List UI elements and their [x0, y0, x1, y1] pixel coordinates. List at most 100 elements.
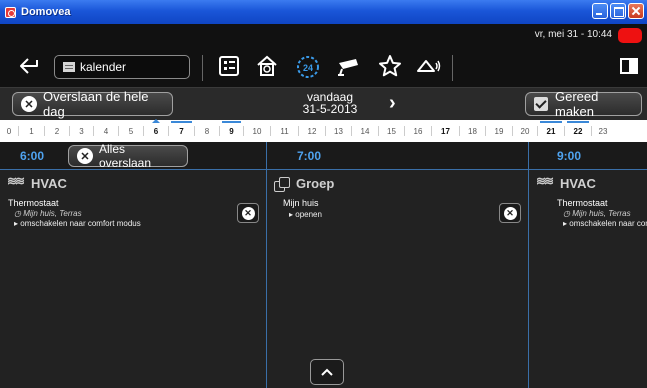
item-location: ◷ Mijn huis, Terras: [14, 209, 82, 218]
date-label: 31-5-2013: [302, 102, 358, 116]
day-strip: 0 1 2 3 4 5 6 7 8 9 10 11 12 13 14 15 16 17 18 19 20 21 22 23: [0, 118, 647, 142]
day-18[interactable]: 18: [460, 127, 485, 136]
category-label: Groep: [296, 176, 335, 191]
day-1[interactable]: 1: [19, 127, 44, 136]
next-day-chevron-icon[interactable]: ›: [389, 93, 396, 113]
done-label: Gereed maken: [555, 89, 599, 119]
skip-all-button[interactable]: ✕ Alles overslaan: [68, 142, 188, 170]
main-toolbar: kalender 24: [0, 47, 647, 87]
day-0[interactable]: 0: [0, 127, 18, 136]
svg-text:24: 24: [303, 63, 313, 73]
star-icon[interactable]: [378, 54, 402, 83]
day-5[interactable]: 5: [119, 127, 143, 136]
delete-event-button[interactable]: ✕: [499, 203, 521, 223]
item-title: Thermostaat: [8, 198, 59, 208]
current-date: vandaag 31-5-2013: [285, 91, 375, 115]
category-label: HVAC: [31, 176, 67, 191]
delete-event-button[interactable]: ✕: [237, 203, 259, 223]
calendar-button[interactable]: kalender: [54, 55, 190, 79]
exit-icon[interactable]: [620, 58, 638, 79]
current-day-marker: [152, 118, 160, 123]
column-header: HVAC: [536, 174, 596, 191]
schedule-column: Groep Mijn huis ▸ openen ✕: [267, 171, 528, 388]
location-text: Mijn huis, Terras: [572, 209, 631, 218]
action-text: omschakelen naar comfort modus: [20, 219, 141, 228]
date-navigation: ✕ Overslaan de hele dag vandaag 31-5-201…: [0, 87, 647, 120]
minimize-button[interactable]: [592, 3, 608, 19]
24h-clock-icon[interactable]: 24: [295, 54, 321, 85]
timeline-header: 6:00 ✕ Alles overslaan 7:00 9:00: [0, 142, 647, 170]
alarm-status-indicator[interactable]: [618, 28, 642, 43]
event-marker: [567, 120, 589, 123]
camera-icon[interactable]: [336, 55, 362, 82]
day-19[interactable]: 19: [486, 127, 512, 136]
day-14[interactable]: 14: [352, 127, 378, 136]
home-icon[interactable]: [255, 54, 279, 83]
schedule-column: HVAC Thermostaat ◷ Mijn huis, Terras ▸ o…: [0, 171, 266, 388]
day-2[interactable]: 2: [45, 127, 69, 136]
calendar-button-label: kalender: [80, 60, 127, 74]
day-6[interactable]: 6: [144, 118, 168, 136]
event-marker: [171, 120, 192, 123]
action-text: openen: [295, 210, 322, 219]
done-button[interactable]: Gereed maken: [525, 89, 642, 119]
status-bar: vr, mei 31 - 10:44: [0, 24, 647, 47]
column-header: Groep: [274, 176, 335, 192]
toolbar-divider: [202, 55, 203, 81]
window-title: Domovea: [21, 6, 71, 18]
back-arrow-icon[interactable]: [18, 55, 40, 77]
chevron-up-icon: [321, 368, 333, 376]
day-12[interactable]: 12: [299, 127, 325, 136]
close-circle-icon: ✕: [77, 148, 93, 164]
day-20[interactable]: 20: [513, 127, 537, 136]
day-3[interactable]: 3: [70, 127, 93, 136]
schedule-column: HVAC Thermostaat ◷ Mijn huis, Terras ▸ o…: [529, 171, 647, 388]
time-label: 7:00: [297, 149, 322, 163]
action-text: omschakelen naar comfort modus: [569, 219, 647, 228]
day-8[interactable]: 8: [195, 127, 219, 136]
day-15[interactable]: 15: [379, 127, 404, 136]
calendar-icon: [63, 62, 75, 72]
app-window: Domovea vr, mei 31 - 10:44 kalender 24 ✕…: [0, 0, 647, 388]
time-label: 6:00: [20, 149, 45, 163]
category-label: HVAC: [560, 176, 596, 191]
skip-day-button[interactable]: ✕ Overslaan de hele dag: [12, 89, 173, 119]
maximize-button[interactable]: [610, 3, 626, 19]
alarm-icon[interactable]: [416, 55, 442, 82]
close-circle-icon: ✕: [503, 206, 517, 220]
event-marker: [222, 120, 241, 123]
hvac-icon: [7, 174, 25, 190]
time-label: 9:00: [557, 149, 582, 163]
app-icon: [5, 6, 16, 18]
item-action: ▸ openen: [289, 210, 322, 219]
day-4[interactable]: 4: [94, 127, 118, 136]
skip-all-label: Alles overslaan: [99, 142, 152, 170]
window-titlebar: Domovea: [0, 0, 647, 24]
day-10[interactable]: 10: [244, 127, 270, 136]
day-7[interactable]: 7: [169, 120, 194, 136]
day-22[interactable]: 22: [565, 120, 591, 136]
column-header: HVAC: [7, 174, 67, 191]
close-circle-icon: ✕: [21, 96, 37, 112]
skip-day-label: Overslaan de hele dag: [43, 89, 149, 119]
status-datetime: vr, mei 31 - 10:44: [534, 29, 612, 40]
list-icon[interactable]: [218, 55, 240, 82]
checklist-icon: [534, 97, 548, 111]
hvac-icon: [536, 174, 554, 190]
day-11[interactable]: 11: [271, 127, 298, 136]
scroll-up-button[interactable]: [310, 359, 344, 385]
close-button[interactable]: [628, 3, 644, 19]
day-16[interactable]: 16: [405, 127, 431, 136]
group-icon: [274, 176, 290, 192]
day-9[interactable]: 9: [220, 120, 243, 136]
day-21[interactable]: 21: [538, 120, 564, 136]
item-title: Mijn huis: [283, 198, 319, 208]
toolbar-divider: [452, 55, 453, 81]
event-marker: [540, 120, 562, 123]
day-17[interactable]: 17: [432, 127, 459, 136]
day-13[interactable]: 13: [326, 127, 351, 136]
location-text: Mijn huis, Terras: [23, 209, 82, 218]
window-controls: [592, 3, 644, 19]
item-action: ▸ omschakelen naar comfort modus: [14, 219, 141, 228]
day-23[interactable]: 23: [592, 127, 614, 136]
